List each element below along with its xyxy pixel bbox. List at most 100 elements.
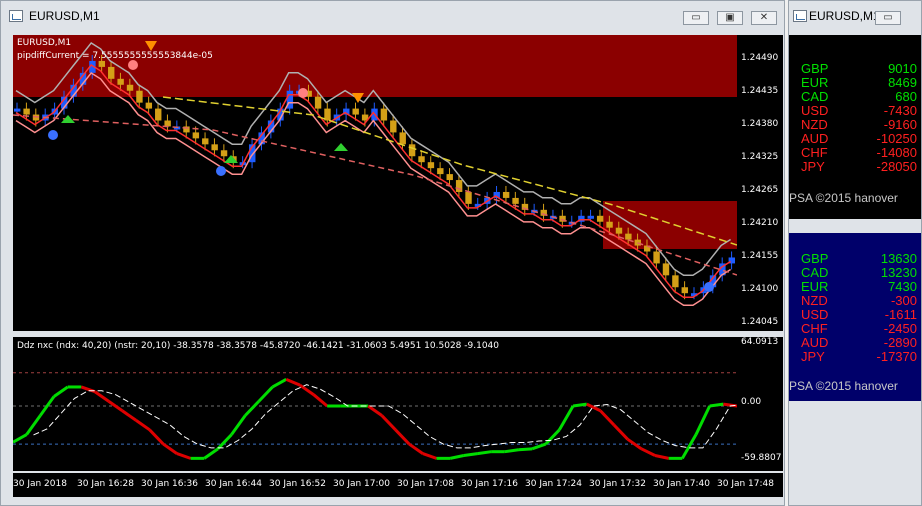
oscillator-segment: [94, 390, 110, 403]
buy-arrow-icon: [334, 143, 348, 151]
side-minimize-button[interactable]: ▭: [875, 11, 901, 25]
side-window[interactable]: EURUSD,M1 ▭ GBP 9010 EUR 8469 CAD 680 USD -7430…: [788, 0, 922, 506]
price-level-label: 1.24210: [741, 218, 779, 228]
currency-code: USD: [801, 307, 829, 322]
candle-body: [380, 108, 388, 121]
currency-strength-row: AUD -2890: [801, 335, 917, 350]
currency-value: 8469: [888, 75, 917, 90]
candle-body: [192, 132, 200, 139]
candle-body: [662, 263, 670, 276]
oscillator-segment: [694, 405, 712, 436]
minimize-button[interactable]: ▭: [683, 11, 709, 25]
main-titlebar[interactable]: EURUSD,M1 ▭ ▣ ✕: [1, 1, 784, 31]
oscillator-segment: [422, 452, 437, 460]
oscillator-segment: [285, 377, 301, 387]
currency-value: -300: [890, 293, 917, 308]
time-label: 30 Jan 17:16: [461, 479, 518, 489]
currency-value: -17370: [876, 349, 917, 364]
indicator-chart[interactable]: Ddz nxc (ndx: 40,20) (nstr: 20,10) -38.3…: [12, 337, 758, 471]
candle-body: [672, 275, 679, 288]
restore-button[interactable]: ▣: [717, 11, 743, 25]
price-chart[interactable]: EURUSD,M1 pipdiffCurrent = 7.55555555555…: [12, 35, 738, 331]
candle-body: [314, 96, 322, 109]
candle-body: [202, 138, 209, 145]
close-button[interactable]: ✕: [751, 11, 777, 25]
red-trend-line: [12, 114, 738, 276]
oscillator-segment: [380, 414, 397, 431]
time-label: 30 Jan 16:52: [269, 479, 326, 489]
pipdiff-label: pipdiffCurrent = 7.5555555555553844e-05: [17, 51, 213, 61]
price-level-label: 1.24100: [741, 284, 779, 294]
currency-strength-row: NZD -9160: [801, 117, 917, 132]
price-level-label: 1.24435: [741, 86, 779, 96]
candle-body: [14, 108, 21, 112]
indicator-chart-svg: [12, 372, 758, 460]
time-label: 30 Jan 16:44: [205, 479, 262, 489]
oscillator-segment: [681, 433, 698, 460]
currency-value: 7430: [888, 279, 917, 294]
candle-body: [427, 162, 435, 169]
candle-body: [136, 90, 143, 103]
candle-body: [164, 120, 171, 127]
signal-dot: [298, 88, 308, 98]
oscillator-segment: [176, 452, 192, 460]
psa-footer-1: PSA ©2015 hanover: [789, 191, 898, 205]
candle-body: [465, 191, 472, 204]
oscillator-segment: [162, 442, 178, 455]
oscillator-segment: [640, 447, 656, 457]
oscillator-segment: [544, 428, 561, 446]
chart-window-icon: [9, 10, 23, 22]
currency-code: CHF: [801, 145, 828, 160]
oscillator-segment: [299, 383, 315, 396]
main-chart-window[interactable]: EURUSD,M1 ▭ ▣ ✕ EURUSD,M1 pipdiffCurrent…: [0, 0, 785, 506]
currency-strength-row: NZD -300: [801, 293, 917, 308]
candle-body: [615, 227, 623, 234]
candle-body: [502, 191, 510, 198]
oscillator-segment: [449, 454, 465, 460]
oscillator-segment: [25, 414, 42, 436]
currency-strength-row: JPY -28050: [801, 159, 917, 174]
currency-value: -10250: [876, 131, 917, 146]
oscillator-segment: [312, 393, 329, 408]
oscillator-segment: [148, 428, 165, 446]
candle-body: [625, 233, 632, 240]
currency-code: NZD: [801, 117, 828, 132]
oscillator-segment: [367, 404, 383, 417]
currency-strength-row: GBP 13630: [801, 251, 917, 266]
candle-body: [408, 144, 416, 157]
main-window-title: EURUSD,M1: [29, 9, 100, 23]
candle-body: [399, 132, 406, 145]
currency-strength-row: CAD 680: [801, 89, 917, 104]
currency-value: -1611: [884, 307, 917, 322]
price-level-label: 1.24155: [741, 251, 779, 261]
strength-panel-2: GBP 13630 CAD 13230 EUR 7430 NZD -300 USD -1611 CH…: [789, 233, 921, 401]
candle-body: [606, 221, 613, 228]
candle-body: [587, 215, 594, 219]
candle-body: [446, 174, 453, 181]
currency-strength-row: USD -7430: [801, 103, 917, 118]
currency-value: -2450: [883, 321, 917, 336]
indicator-level-label: 64.0913: [741, 337, 779, 347]
currency-strength-row: CHF -2450: [801, 321, 917, 336]
currency-code: CAD: [801, 265, 829, 280]
oscillator-segment: [612, 424, 629, 441]
price-level-label: 1.24490: [741, 53, 779, 63]
currency-code: USD: [801, 103, 829, 118]
signal-dot: [216, 166, 226, 176]
oscillator-segment: [504, 448, 519, 454]
side-titlebar[interactable]: EURUSD,M1 ▭: [789, 1, 921, 31]
oscillator-segment: [654, 454, 670, 460]
currency-strength-row: AUD -10250: [801, 131, 917, 146]
price-axis: 1.24490 1.24435 1.24380 1.24325 1.24265 1.242…: [737, 35, 783, 331]
oscillator-segment: [599, 409, 616, 427]
time-label: 30 Jan 17:32: [589, 479, 646, 489]
time-label: 30 Jan 16:28: [77, 479, 134, 489]
time-axis: 30 Jan 2018 30 Jan 16:28 30 Jan 16:36 30 Ja…: [13, 473, 783, 497]
candle-body: [390, 120, 397, 133]
currency-strength-row: CHF -14080: [801, 145, 917, 160]
currency-code: AUD: [801, 131, 829, 146]
currency-code: EUR: [801, 75, 829, 90]
oscillator-segment: [12, 433, 28, 444]
candle-body: [98, 60, 106, 67]
currency-code: GBP: [801, 251, 829, 266]
